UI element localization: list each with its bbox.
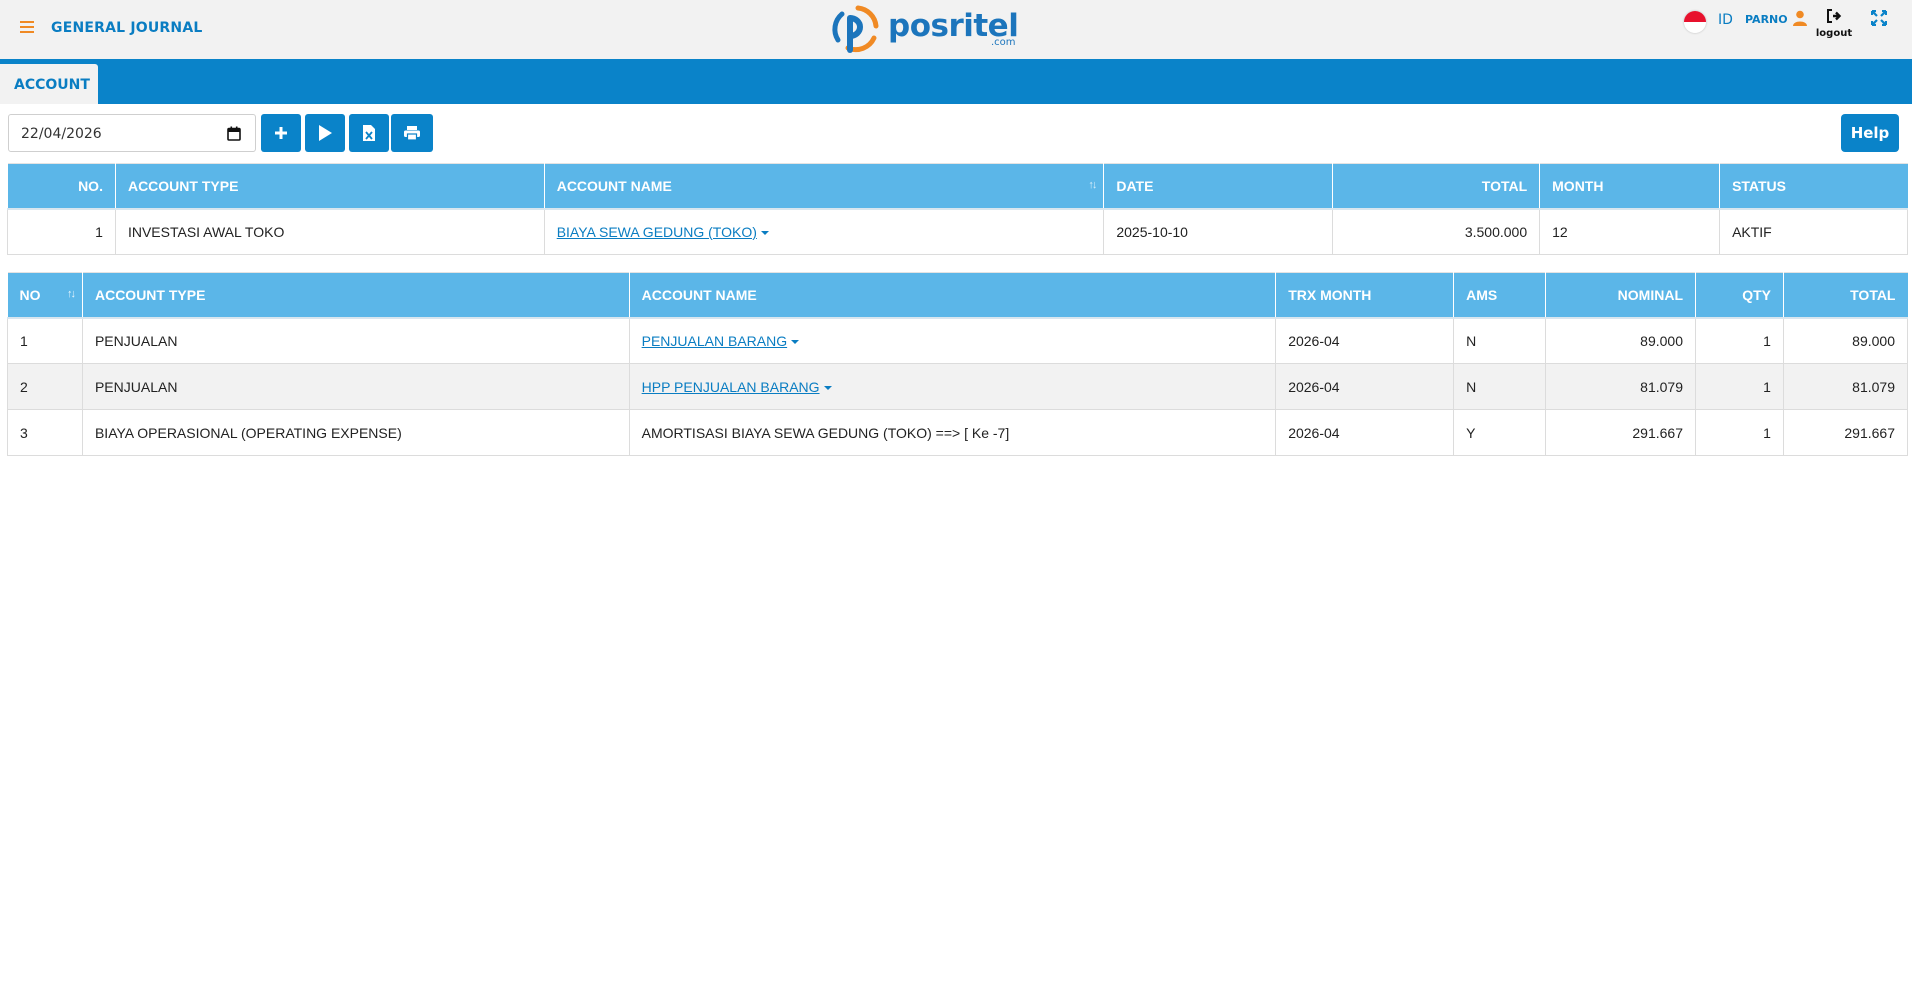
help-button[interactable]: Help: [1841, 114, 1899, 152]
play-icon: [319, 125, 332, 141]
flag-indonesia-icon[interactable]: [1684, 11, 1706, 33]
col-header-account-type[interactable]: ACCOUNT TYPE: [115, 163, 545, 209]
cell-qty: 1: [1695, 317, 1784, 364]
cell-account-name: AMORTISASI BIAYA SEWA GEDUNG (TOKO) ==> …: [628, 409, 1277, 456]
logo-subtext: .com: [991, 37, 1016, 48]
print-button[interactable]: [391, 114, 433, 152]
dropdown-caret-icon[interactable]: [760, 231, 769, 236]
user-icon[interactable]: [1792, 10, 1808, 26]
journal-table: NO ↑↓ ACCOUNT TYPE ACCOUNT NAME TRX MONTH…: [7, 272, 1909, 456]
cell-trx-month: 2026-04: [1275, 409, 1455, 456]
cell-total: 89.000: [1782, 317, 1909, 364]
date-input[interactable]: 22/04/2026: [8, 114, 256, 152]
col-header-total[interactable]: TOTAL: [1783, 272, 1908, 318]
tab-bar: ACCOUNT: [0, 59, 1912, 104]
cell-nominal: 81.079: [1545, 363, 1696, 410]
col-header-qty[interactable]: QTY: [1695, 272, 1784, 318]
top-header: GENERAL JOURNAL posritel .com ID PARNO l…: [0, 0, 1912, 59]
table-row: 1 PENJUALAN PENJUALAN BARANG 2026-04 N 8…: [7, 317, 1909, 364]
fullscreen-icon[interactable]: [1871, 10, 1887, 26]
col-header-trx-month[interactable]: TRX MONTH: [1275, 272, 1455, 318]
cell-nominal: 89.000: [1545, 317, 1696, 364]
dropdown-caret-icon[interactable]: [791, 340, 800, 345]
cell-account-type: PENJUALAN: [81, 363, 630, 410]
plus-icon: [275, 127, 287, 139]
cell-no: 2: [7, 363, 83, 410]
cell-trx-month: 2026-04: [1275, 363, 1455, 410]
cell-account-name: BIAYA SEWA GEDUNG (TOKO): [543, 208, 1105, 255]
excel-icon: [363, 125, 375, 141]
cell-nominal: 291.667: [1545, 409, 1696, 456]
cell-ams: N: [1453, 317, 1547, 364]
cell-status: AKTIF: [1719, 208, 1908, 255]
menu-icon[interactable]: [20, 21, 34, 35]
logo: posritel .com: [828, 4, 1028, 56]
cell-account-name: HPP PENJUALAN BARANG: [628, 363, 1277, 410]
col-header-nominal[interactable]: NOMINAL: [1545, 272, 1696, 318]
table-header-row: NO ↑↓ ACCOUNT TYPE ACCOUNT NAME TRX MONTH…: [7, 272, 1908, 318]
page-title: GENERAL JOURNAL: [51, 20, 203, 36]
calendar-icon[interactable]: [227, 126, 241, 141]
col-header-no-label: NO: [19, 286, 41, 303]
sort-icon[interactable]: ↑↓: [67, 288, 76, 300]
cell-ams: N: [1453, 363, 1547, 410]
cell-total: 3.500.000: [1332, 208, 1541, 255]
tab-account-label: ACCOUNT: [14, 77, 90, 93]
logout-icon: [1827, 9, 1842, 23]
col-header-no[interactable]: NO.: [7, 163, 116, 209]
run-button[interactable]: [305, 114, 345, 152]
table-row: 3 BIAYA OPERASIONAL (OPERATING EXPENSE) …: [7, 409, 1909, 456]
logout-button[interactable]: logout: [1814, 9, 1854, 39]
cell-ams: Y: [1453, 409, 1547, 456]
cell-qty: 1: [1695, 363, 1784, 410]
print-icon: [404, 126, 420, 141]
col-header-account-name[interactable]: ACCOUNT NAME ↑↓: [544, 163, 1105, 209]
table-header-row: NO. ACCOUNT TYPE ACCOUNT NAME ↑↓ DATE TOT…: [7, 163, 1908, 209]
table-row: 2 PENJUALAN HPP PENJUALAN BARANG 2026-04…: [7, 363, 1909, 410]
col-header-account-type[interactable]: ACCOUNT TYPE: [82, 272, 630, 318]
logo-mark-icon: [832, 5, 879, 53]
cell-no: 1: [7, 208, 116, 255]
table-row: 1 INVESTASI AWAL TOKO BIAYA SEWA GEDUNG …: [7, 208, 1908, 255]
date-input-value: 22/04/2026: [21, 126, 102, 142]
col-header-ams[interactable]: AMS: [1453, 272, 1547, 318]
cell-account-type: INVESTASI AWAL TOKO: [114, 208, 545, 255]
logout-label: logout: [1815, 28, 1853, 39]
add-button[interactable]: [261, 114, 301, 152]
col-header-total[interactable]: TOTAL: [1332, 163, 1541, 209]
account-name-link[interactable]: BIAYA SEWA GEDUNG (TOKO): [557, 224, 757, 240]
username-label: PARNO: [1745, 13, 1788, 26]
tab-account[interactable]: ACCOUNT: [0, 64, 98, 104]
cell-qty: 1: [1695, 409, 1784, 456]
export-excel-button[interactable]: [349, 114, 389, 152]
cell-account-type: BIAYA OPERASIONAL (OPERATING EXPENSE): [81, 409, 630, 456]
col-header-month[interactable]: MONTH: [1539, 163, 1721, 209]
language-label[interactable]: ID: [1718, 12, 1733, 28]
cell-total: 81.079: [1782, 363, 1909, 410]
col-header-date[interactable]: DATE: [1103, 163, 1334, 209]
cell-account-name: PENJUALAN BARANG: [628, 317, 1277, 364]
col-header-status[interactable]: STATUS: [1719, 163, 1908, 209]
cell-account-type: PENJUALAN: [81, 317, 630, 364]
col-header-account-name[interactable]: ACCOUNT NAME: [629, 272, 1277, 318]
cell-date: 2025-10-10: [1103, 208, 1334, 255]
cell-trx-month: 2026-04: [1275, 317, 1455, 364]
account-table: NO. ACCOUNT TYPE ACCOUNT NAME ↑↓ DATE TOT…: [7, 163, 1908, 255]
sort-icon[interactable]: ↑↓: [1088, 179, 1097, 191]
cell-month: 12: [1539, 208, 1721, 255]
col-header-account-name-label: ACCOUNT NAME: [556, 177, 672, 194]
cell-no: 1: [7, 317, 83, 364]
cell-no: 3: [7, 409, 83, 456]
account-name-link[interactable]: HPP PENJUALAN BARANG: [642, 379, 820, 395]
cell-total: 291.667: [1782, 409, 1909, 456]
dropdown-caret-icon[interactable]: [823, 385, 832, 390]
col-header-no[interactable]: NO ↑↓: [7, 272, 83, 318]
account-name-link[interactable]: PENJUALAN BARANG: [642, 333, 787, 349]
